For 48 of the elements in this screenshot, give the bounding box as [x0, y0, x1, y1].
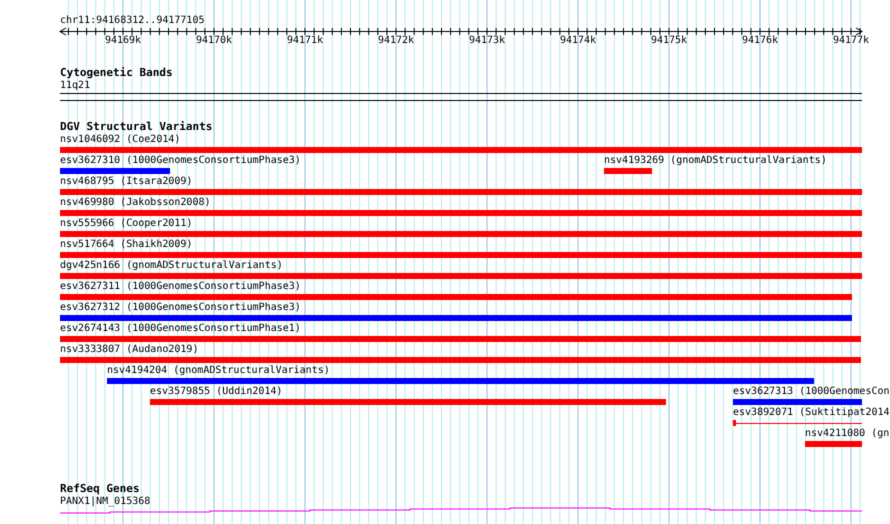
- variant-bar[interactable]: [60, 210, 862, 216]
- track-title: DGV Structural Variants: [60, 120, 212, 133]
- variant-bar[interactable]: [60, 231, 862, 237]
- variant-label: esv3892071 (Suktitipat2014: [733, 407, 890, 419]
- ruler-tick-label: 94170k: [194, 35, 234, 47]
- variant-label: esv3627310 (1000GenomesConsortiumPhase3): [60, 155, 301, 167]
- variant-bar[interactable]: [60, 147, 862, 153]
- variant-bar[interactable]: [60, 189, 862, 195]
- variant-label: dgv425n166 (gnomADStructuralVariants): [60, 260, 283, 272]
- variant-label: nsv555966 (Cooper2011): [60, 218, 192, 230]
- ruler-tick-label: 94173k: [468, 35, 506, 47]
- variant-bar[interactable]: [60, 315, 852, 321]
- variant-bar[interactable]: [107, 378, 814, 384]
- variant-label: nsv469980 (Jakobsson2008): [60, 197, 211, 209]
- ruler-tick-label: 94177k: [832, 35, 870, 47]
- variant-label: nsv4194204 (gnomADStructuralVariants): [107, 365, 330, 377]
- ruler-tick-label: 94172k: [376, 35, 416, 47]
- gene-label: PANX1|NM_015368: [60, 496, 150, 508]
- variant-label: esv3579855 (Uddin2014): [150, 386, 282, 398]
- variant-label: nsv4193269 (gnomADStructuralVariants): [604, 155, 827, 167]
- track-title: RefSeq Genes: [60, 482, 140, 495]
- variant-label: esv2674143 (1000GenomesConsortiumPhase1): [60, 323, 301, 335]
- ruler-tick-label: 94174k: [558, 35, 598, 47]
- variant-bar[interactable]: [60, 273, 862, 279]
- variant-bar[interactable]: [733, 399, 862, 405]
- variant-bar[interactable]: [60, 252, 862, 258]
- variant-bar[interactable]: [60, 336, 861, 342]
- variant-label: nsv4211080 (gn: [805, 428, 890, 440]
- track-title: Cytogenetic Bands: [60, 66, 173, 79]
- variant-bar[interactable]: [60, 357, 861, 363]
- ruler-tick-label: 94175k: [650, 35, 688, 47]
- variant-bar[interactable]: [150, 399, 666, 405]
- variant-bar[interactable]: [60, 168, 170, 174]
- variant-label: esv3627311 (1000GenomesConsortiumPhase3): [60, 281, 301, 293]
- variant-label: nsv517664 (Shaikh2009): [60, 239, 192, 251]
- variant-bar[interactable]: [604, 168, 652, 174]
- variant-label: nsv468795 (Itsara2009): [60, 176, 192, 188]
- ruler-tick-label: 94169k: [104, 35, 142, 47]
- ruler-tick-label: 94171k: [286, 35, 324, 47]
- ruler-tick-label: 94176k: [740, 35, 780, 47]
- variant-label: esv3627312 (1000GenomesConsortiumPhase3): [60, 302, 301, 314]
- variant-label: esv3627313 (1000GenomesCon: [733, 386, 890, 398]
- variant-label: nsv1046092 (Coe2014): [60, 134, 180, 146]
- variant-label: nsv3333807 (Audano2019): [60, 344, 198, 356]
- variant-bar[interactable]: [60, 294, 852, 300]
- band-label: 11q21: [60, 80, 90, 92]
- location-label: chr11:94168312..94177105: [60, 15, 204, 27]
- variant-bar[interactable]: [805, 441, 862, 447]
